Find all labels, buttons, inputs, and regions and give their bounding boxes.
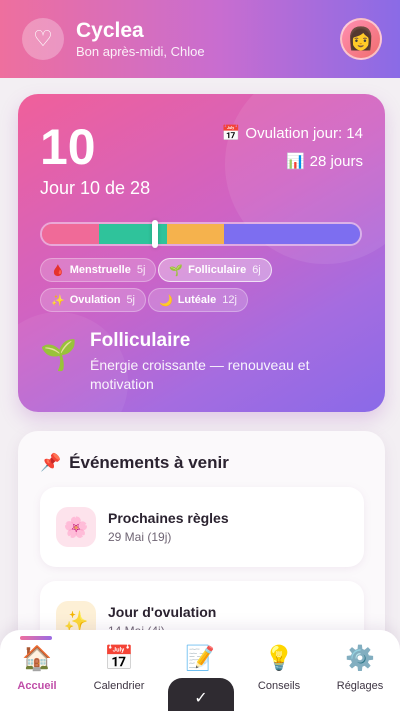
phase-icon: ✨ [51,294,65,307]
brand: Cyclea Bon après-midi, Chloe [76,19,205,59]
events-title-text: Événements à venir [69,453,229,472]
phase-chip[interactable]: 🩸 Menstruelle 5j [40,258,157,282]
lightbulb-icon: 💡 [264,645,294,672]
check-icon: ✓ [194,690,208,707]
phase-chip-duration: 12j [222,294,237,306]
phase-icon: 🩸 [51,264,65,277]
chart-icon: 📊 [285,153,305,170]
phase-chip-duration: 5j [126,294,135,306]
phase-chip-duration: 5j [136,264,146,276]
phase-segment [42,224,99,244]
phase-chip[interactable]: ✨ Ovulation 5j [40,288,146,312]
cycle-card: 10 Jour 10 de 28 📅 Ovulation jour: 14 📊 28… [18,94,385,412]
phase-description: Énergie croissante — renouveau et motiva… [90,357,310,392]
phase-icon: 🌙 [159,294,173,307]
phase-segment [166,224,224,244]
nav-label: Conseils [257,680,301,692]
nav-item-accueil[interactable]: 🏠 Accueil [0,644,77,692]
ovulation-day-info: 📅 Ovulation jour: 14 [222,124,363,142]
phase-chip[interactable]: 🌱 Folliculaire 6j [158,258,272,282]
cycle-meta: 📅 Ovulation jour: 14 📊 28 jours [222,124,363,180]
gear-icon: ⚙️ [345,645,375,672]
nav-item-journal[interactable]: 📝 [160,644,240,680]
phase-chip-label: Lutéale [177,294,217,306]
greeting-text: Bon après-midi, Chloe [76,44,205,59]
sprout-icon: 🌱 [40,339,78,372]
active-tab-indicator [20,636,52,640]
cycle-length-info: 📊 28 jours [222,152,363,170]
event-item[interactable]: 🌸 Prochaines règles 29 Mai (19j) [40,487,364,567]
check-button[interactable]: ✓ [168,678,234,711]
home-icon: 🏠 [22,645,52,672]
nav-item-conseils[interactable]: 💡 Conseils [239,644,319,692]
phase-icon: 🌱 [169,264,184,277]
nav-label: Accueil [17,680,57,692]
phase-chip-label: Ovulation [69,294,121,306]
ovulation-day-text: Ovulation jour: 14 [245,125,363,142]
cycle-progress-bar [40,222,362,246]
calendar-icon: 📅 [104,645,134,672]
app-header: ♡ Cyclea Bon après-midi, Chloe 👩 [0,0,400,78]
phase-chip-label: Menstruelle [69,264,131,276]
phase-chips: 🩸 Menstruelle 5j 🌱 Folliculaire 6j ✨ Ovulation 5… [40,258,370,318]
current-day-marker [151,220,158,248]
event-date: 29 Mai (19j) [108,530,172,544]
event-name: Jour d'ovulation [108,604,217,620]
flower-icon: 🌸 [56,507,96,547]
phase-chip[interactable]: 🌙 Lutéale 12j [148,288,248,312]
current-phase: 🌱 Folliculaire Énergie croissante — reno… [40,330,330,394]
nav-label: Réglages [336,680,384,692]
avatar[interactable]: 👩 [340,18,382,60]
nav-label: Calendrier [93,680,145,692]
phase-chip-label: Folliculaire [188,264,247,276]
events-heading: 📌 Événements à venir [40,453,229,473]
event-name: Prochaines règles [108,510,229,526]
nav-item-reglages[interactable]: ⚙️ Réglages [320,644,400,692]
cycle-day-label: Jour 10 de 28 [40,178,151,198]
pin-icon: 📌 [40,453,62,472]
nav-item-calendrier[interactable]: 📅 Calendrier [79,644,159,692]
cycle-length-text: 28 jours [309,153,363,170]
phase-segment [223,224,360,244]
phase-name: Folliculaire [90,330,191,351]
app-title: Cyclea [76,19,144,42]
cycle-day-number: 10 [40,119,96,175]
memo-icon: 📝 [185,645,215,672]
heart-logo-icon: ♡ [22,18,64,60]
calendar-icon: 📅 [221,125,241,142]
phase-chip-duration: 6j [252,264,261,276]
